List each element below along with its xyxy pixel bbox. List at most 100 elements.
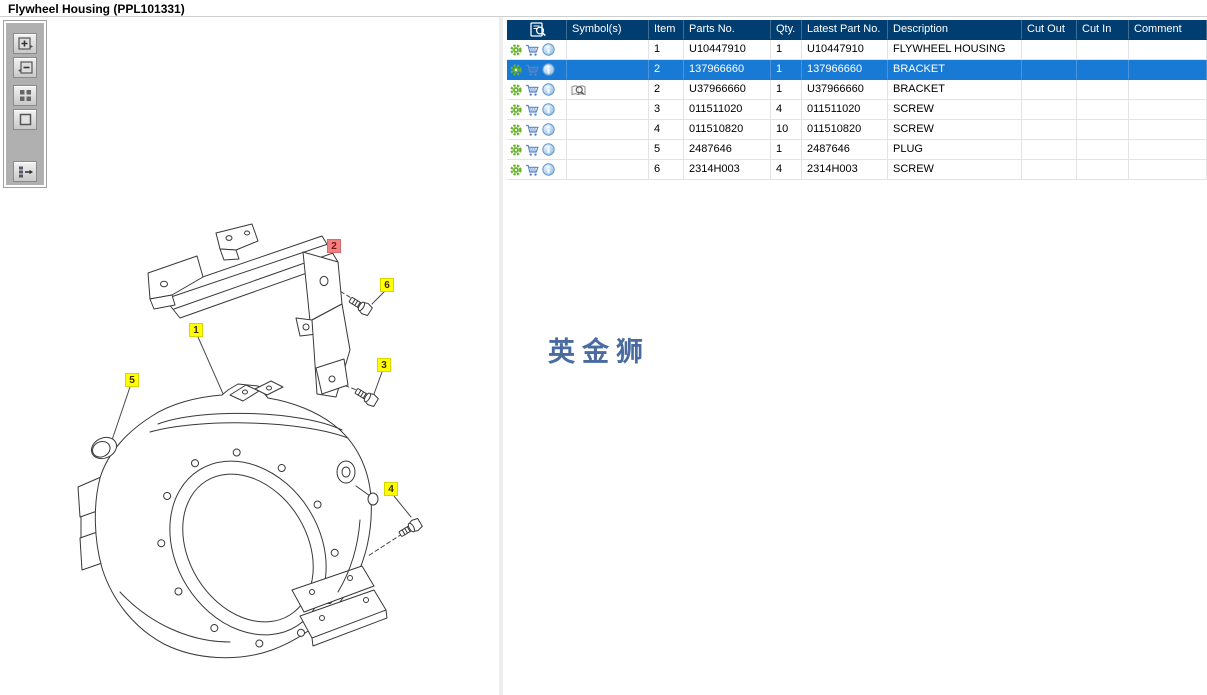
- cell-comment[interactable]: [1129, 60, 1207, 80]
- header-description[interactable]: Description: [888, 20, 1022, 40]
- cell-symbols[interactable]: [567, 60, 649, 80]
- drawing-panel[interactable]: 1 2 3 4 5 6: [0, 17, 499, 695]
- cell-parts-no[interactable]: 011510820: [684, 120, 771, 140]
- callout-4[interactable]: 4: [384, 482, 398, 496]
- gear-icon[interactable]: [510, 83, 522, 96]
- gear-icon[interactable]: [510, 103, 522, 116]
- cell-symbols[interactable]: [567, 160, 649, 180]
- cell-description[interactable]: BRACKET: [888, 60, 1022, 80]
- cell-qty[interactable]: 10: [771, 120, 802, 140]
- info-icon[interactable]: [542, 163, 555, 176]
- cell-cut-out[interactable]: [1022, 60, 1077, 80]
- cell-cut-in[interactable]: [1077, 40, 1129, 60]
- cell-cut-out[interactable]: [1022, 140, 1077, 160]
- header-comment[interactable]: Comment: [1129, 20, 1207, 40]
- callout-2[interactable]: 2: [327, 239, 341, 253]
- cell-parts-no[interactable]: 2487646: [684, 140, 771, 160]
- callout-6[interactable]: 6: [380, 278, 394, 292]
- cell-symbols[interactable]: [567, 80, 649, 100]
- cell-cut-in[interactable]: [1077, 140, 1129, 160]
- cart-icon[interactable]: [525, 44, 539, 56]
- cell-parts-no[interactable]: U10447910: [684, 40, 771, 60]
- cell-latest-part-no[interactable]: 2314H003: [802, 160, 888, 180]
- header-qty[interactable]: Qty.: [771, 20, 802, 40]
- cell-item[interactable]: 2: [649, 80, 684, 100]
- cell-description[interactable]: PLUG: [888, 140, 1022, 160]
- cell-cut-in[interactable]: [1077, 80, 1129, 100]
- cell-cut-in[interactable]: [1077, 60, 1129, 80]
- cell-cut-in[interactable]: [1077, 100, 1129, 120]
- cell-qty[interactable]: 1: [771, 40, 802, 60]
- cart-icon[interactable]: [525, 104, 539, 116]
- cell-latest-part-no[interactable]: U10447910: [802, 40, 888, 60]
- callout-5[interactable]: 5: [125, 373, 139, 387]
- cell-comment[interactable]: [1129, 100, 1207, 120]
- header-latest-part-no[interactable]: Latest Part No.: [802, 20, 888, 40]
- cart-icon[interactable]: [525, 144, 539, 156]
- gear-icon[interactable]: [510, 43, 522, 56]
- cell-qty[interactable]: 4: [771, 160, 802, 180]
- cell-item[interactable]: 3: [649, 100, 684, 120]
- cell-cut-in[interactable]: [1077, 160, 1129, 180]
- cell-cut-in[interactable]: [1077, 120, 1129, 140]
- header-cut-in[interactable]: Cut In: [1077, 20, 1129, 40]
- cell-cut-out[interactable]: [1022, 40, 1077, 60]
- callout-1[interactable]: 1: [189, 323, 203, 337]
- cell-cut-out[interactable]: [1022, 120, 1077, 140]
- header-symbols[interactable]: Symbol(s): [567, 20, 649, 40]
- cell-item[interactable]: 5: [649, 140, 684, 160]
- gear-icon[interactable]: [510, 63, 522, 76]
- cell-comment[interactable]: [1129, 140, 1207, 160]
- cell-description[interactable]: SCREW: [888, 100, 1022, 120]
- cell-description[interactable]: FLYWHEEL HOUSING: [888, 40, 1022, 60]
- info-icon[interactable]: [542, 43, 555, 56]
- cell-description[interactable]: SCREW: [888, 160, 1022, 180]
- cell-symbols[interactable]: [567, 120, 649, 140]
- cell-qty[interactable]: 1: [771, 60, 802, 80]
- cell-comment[interactable]: [1129, 160, 1207, 180]
- header-cut-out[interactable]: Cut Out: [1022, 20, 1077, 40]
- gear-icon[interactable]: [510, 123, 522, 136]
- info-icon[interactable]: [542, 143, 555, 156]
- cell-qty[interactable]: 1: [771, 140, 802, 160]
- cell-cut-out[interactable]: [1022, 80, 1077, 100]
- cell-parts-no[interactable]: 011511020: [684, 100, 771, 120]
- zoom-in-button[interactable]: [13, 33, 37, 54]
- cell-latest-part-no[interactable]: 011511020: [802, 100, 888, 120]
- cell-comment[interactable]: [1129, 40, 1207, 60]
- gear-icon[interactable]: [510, 163, 522, 176]
- cell-comment[interactable]: [1129, 120, 1207, 140]
- book-magnifier-icon[interactable]: [571, 84, 586, 96]
- toggle-parts-list-button[interactable]: [13, 161, 37, 182]
- info-icon[interactable]: [542, 123, 555, 136]
- cell-symbols[interactable]: [567, 100, 649, 120]
- cell-parts-no[interactable]: 137966660: [684, 60, 771, 80]
- cell-qty[interactable]: 1: [771, 80, 802, 100]
- cell-latest-part-no[interactable]: U37966660: [802, 80, 888, 100]
- fit-view-button[interactable]: [13, 109, 37, 130]
- cart-icon[interactable]: [525, 84, 539, 96]
- cell-description[interactable]: SCREW: [888, 120, 1022, 140]
- cell-qty[interactable]: 4: [771, 100, 802, 120]
- cell-parts-no[interactable]: U37966660: [684, 80, 771, 100]
- tile-view-button[interactable]: [13, 85, 37, 106]
- cell-item[interactable]: 1: [649, 40, 684, 60]
- cart-icon[interactable]: [525, 164, 539, 176]
- header-item[interactable]: Item: [649, 20, 684, 40]
- cell-symbols[interactable]: [567, 40, 649, 60]
- cell-latest-part-no[interactable]: 2487646: [802, 140, 888, 160]
- gear-icon[interactable]: [510, 143, 522, 156]
- cell-comment[interactable]: [1129, 80, 1207, 100]
- cell-item[interactable]: 6: [649, 160, 684, 180]
- header-parts-no[interactable]: Parts No.: [684, 20, 771, 40]
- info-icon[interactable]: [542, 83, 555, 96]
- cell-cut-out[interactable]: [1022, 100, 1077, 120]
- zoom-out-button[interactable]: [13, 57, 37, 78]
- cart-icon[interactable]: [525, 64, 539, 76]
- cell-item[interactable]: 4: [649, 120, 684, 140]
- info-icon[interactable]: [542, 103, 555, 116]
- cell-symbols[interactable]: [567, 140, 649, 160]
- cart-icon[interactable]: [525, 124, 539, 136]
- cell-latest-part-no[interactable]: 137966660: [802, 60, 888, 80]
- info-icon[interactable]: [542, 63, 555, 76]
